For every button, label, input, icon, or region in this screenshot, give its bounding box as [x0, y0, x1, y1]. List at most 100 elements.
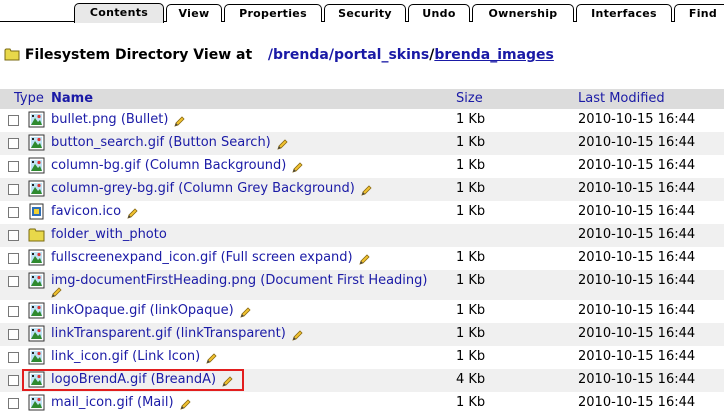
image-icon [28, 111, 45, 132]
file-modified: 2010-10-15 16:44 [578, 326, 696, 341]
pencil-icon[interactable] [292, 161, 304, 177]
image-icon [28, 371, 45, 392]
table-row: bullet.png (Bullet) 1 Kb 2010-10-15 16:4… [0, 109, 724, 132]
file-link[interactable]: img-documentFirstHeading.png (Document F… [51, 273, 427, 288]
row-checkbox[interactable] [8, 161, 19, 172]
pencil-icon[interactable] [127, 207, 139, 223]
table-row: column-bg.gif (Column Background) 1 Kb 2… [0, 155, 724, 178]
table-row: column-grey-bg.gif (Column Grey Backgrou… [0, 178, 724, 201]
table-row: link_icon.gif (Link Icon) 1 Kb 2010-10-1… [0, 346, 724, 369]
tab-contents[interactable]: Contents [74, 3, 164, 23]
file-modified: 2010-10-15 16:44 [578, 181, 696, 196]
image-icon [28, 394, 45, 415]
file-link[interactable]: favicon.ico [51, 204, 121, 219]
path-brenda-images[interactable]: brenda_images [434, 47, 554, 63]
row-checkbox[interactable] [8, 138, 19, 149]
image-icon [28, 348, 45, 369]
tab-interfaces[interactable]: Interfaces [576, 4, 672, 22]
file-size: 1 Kb [456, 303, 486, 318]
pencil-icon[interactable] [292, 329, 304, 345]
file-link[interactable]: link_icon.gif (Link Icon) [51, 349, 200, 364]
row-checkbox[interactable] [8, 398, 19, 409]
tab-properties[interactable]: Properties [224, 4, 322, 22]
pencil-icon[interactable] [240, 306, 252, 322]
table-row: button_search.gif (Button Search) 1 Kb 2… [0, 132, 724, 155]
column-size[interactable]: Size [456, 91, 483, 106]
path-portal-skins[interactable]: /portal_skins [329, 47, 429, 63]
table-row: linkTransparent.gif (linkTransparent) 1 … [0, 323, 724, 346]
folder-icon [4, 47, 20, 65]
tab-view[interactable]: View [166, 4, 222, 22]
tab-security[interactable]: Security [324, 4, 406, 22]
row-checkbox[interactable] [8, 352, 19, 363]
column-type[interactable]: Type [14, 91, 44, 106]
image-icon [28, 325, 45, 346]
pencil-icon[interactable] [174, 115, 186, 131]
file-link[interactable]: column-bg.gif (Column Background) [51, 158, 286, 173]
table-row: linkOpaque.gif (linkOpaque) 1 Kb 2010-10… [0, 300, 724, 323]
page-heading: Filesystem Directory View at /brenda/por… [4, 47, 554, 67]
file-link[interactable]: mail_icon.gif (Mail) [51, 395, 174, 410]
file-modified: 2010-10-15 16:44 [578, 372, 696, 387]
file-size: 1 Kb [456, 181, 486, 196]
image-icon [28, 157, 45, 178]
table-row: favicon.ico 1 Kb 2010-10-15 16:44 [0, 201, 724, 224]
file-modified: 2010-10-15 16:44 [578, 158, 696, 173]
file-link[interactable]: button_search.gif (Button Search) [51, 135, 271, 150]
file-link[interactable]: logoBrendA.gif (BreandA) [51, 372, 216, 387]
file-size: 4 Kb [456, 372, 486, 387]
table-row: img-documentFirstHeading.png (Document F… [0, 270, 724, 300]
file-link[interactable]: bullet.png (Bullet) [51, 112, 168, 127]
row-checkbox[interactable] [8, 207, 19, 218]
file-size: 1 Kb [456, 112, 486, 127]
tab-find[interactable]: Find [674, 4, 724, 22]
file-link[interactable]: column-grey-bg.gif (Column Grey Backgrou… [51, 181, 355, 196]
file-modified: 2010-10-15 16:44 [578, 112, 696, 127]
row-checkbox[interactable] [8, 375, 19, 386]
tab-ownership[interactable]: Ownership [472, 4, 574, 22]
row-checkbox[interactable] [8, 115, 19, 126]
row-checkbox[interactable] [8, 253, 19, 264]
file-link[interactable]: folder_with_photo [51, 227, 167, 242]
table-row: fullscreenexpand_icon.gif (Full screen e… [0, 247, 724, 270]
folder-icon [28, 226, 45, 247]
file-modified: 2010-10-15 16:44 [578, 273, 696, 288]
file-link[interactable]: fullscreenexpand_icon.gif (Full screen e… [51, 250, 353, 265]
file-modified: 2010-10-15 16:44 [578, 227, 696, 242]
column-last-modified[interactable]: Last Modified [578, 91, 665, 106]
pencil-icon[interactable] [206, 352, 218, 368]
file-modified: 2010-10-15 16:44 [578, 303, 696, 318]
row-checkbox[interactable] [8, 306, 19, 317]
row-checkbox[interactable] [8, 230, 19, 241]
pencil-icon[interactable] [358, 253, 371, 269]
image-icon [28, 180, 45, 201]
file-modified: 2010-10-15 16:44 [578, 204, 696, 219]
heading-prefix: Filesystem Directory View at [24, 47, 253, 63]
row-checkbox[interactable] [8, 276, 19, 287]
file-icon [28, 203, 45, 224]
pencil-icon[interactable] [222, 375, 234, 391]
image-icon [28, 249, 45, 270]
tab-undo[interactable]: Undo [408, 4, 470, 22]
path-brenda[interactable]: /brenda [268, 47, 329, 63]
image-icon [28, 134, 45, 155]
column-name[interactable]: Name [51, 91, 93, 106]
file-size: 1 Kb [456, 395, 486, 410]
pencil-icon[interactable] [277, 138, 289, 154]
pencil-icon[interactable] [361, 184, 373, 200]
file-size: 1 Kb [456, 250, 486, 265]
file-modified: 2010-10-15 16:44 [578, 349, 696, 364]
row-checkbox[interactable] [8, 329, 19, 340]
row-checkbox[interactable] [8, 184, 19, 195]
file-size: 1 Kb [456, 135, 486, 150]
table-row: logoBrendA.gif (BreandA) 4 Kb 2010-10-15… [0, 369, 724, 392]
image-icon [28, 272, 45, 293]
table-row: folder_with_photo 2010-10-15 16:44 [0, 224, 724, 247]
pencil-icon[interactable] [179, 398, 192, 414]
file-size: 1 Kb [456, 204, 486, 219]
file-link[interactable]: linkOpaque.gif (linkOpaque) [51, 303, 234, 318]
tab-bar: Contents View Properties Security Undo O… [0, 0, 724, 23]
file-modified: 2010-10-15 16:44 [578, 250, 696, 265]
file-link[interactable]: linkTransparent.gif (linkTransparent) [51, 326, 286, 341]
file-list: bullet.png (Bullet) 1 Kb 2010-10-15 16:4… [0, 109, 724, 415]
